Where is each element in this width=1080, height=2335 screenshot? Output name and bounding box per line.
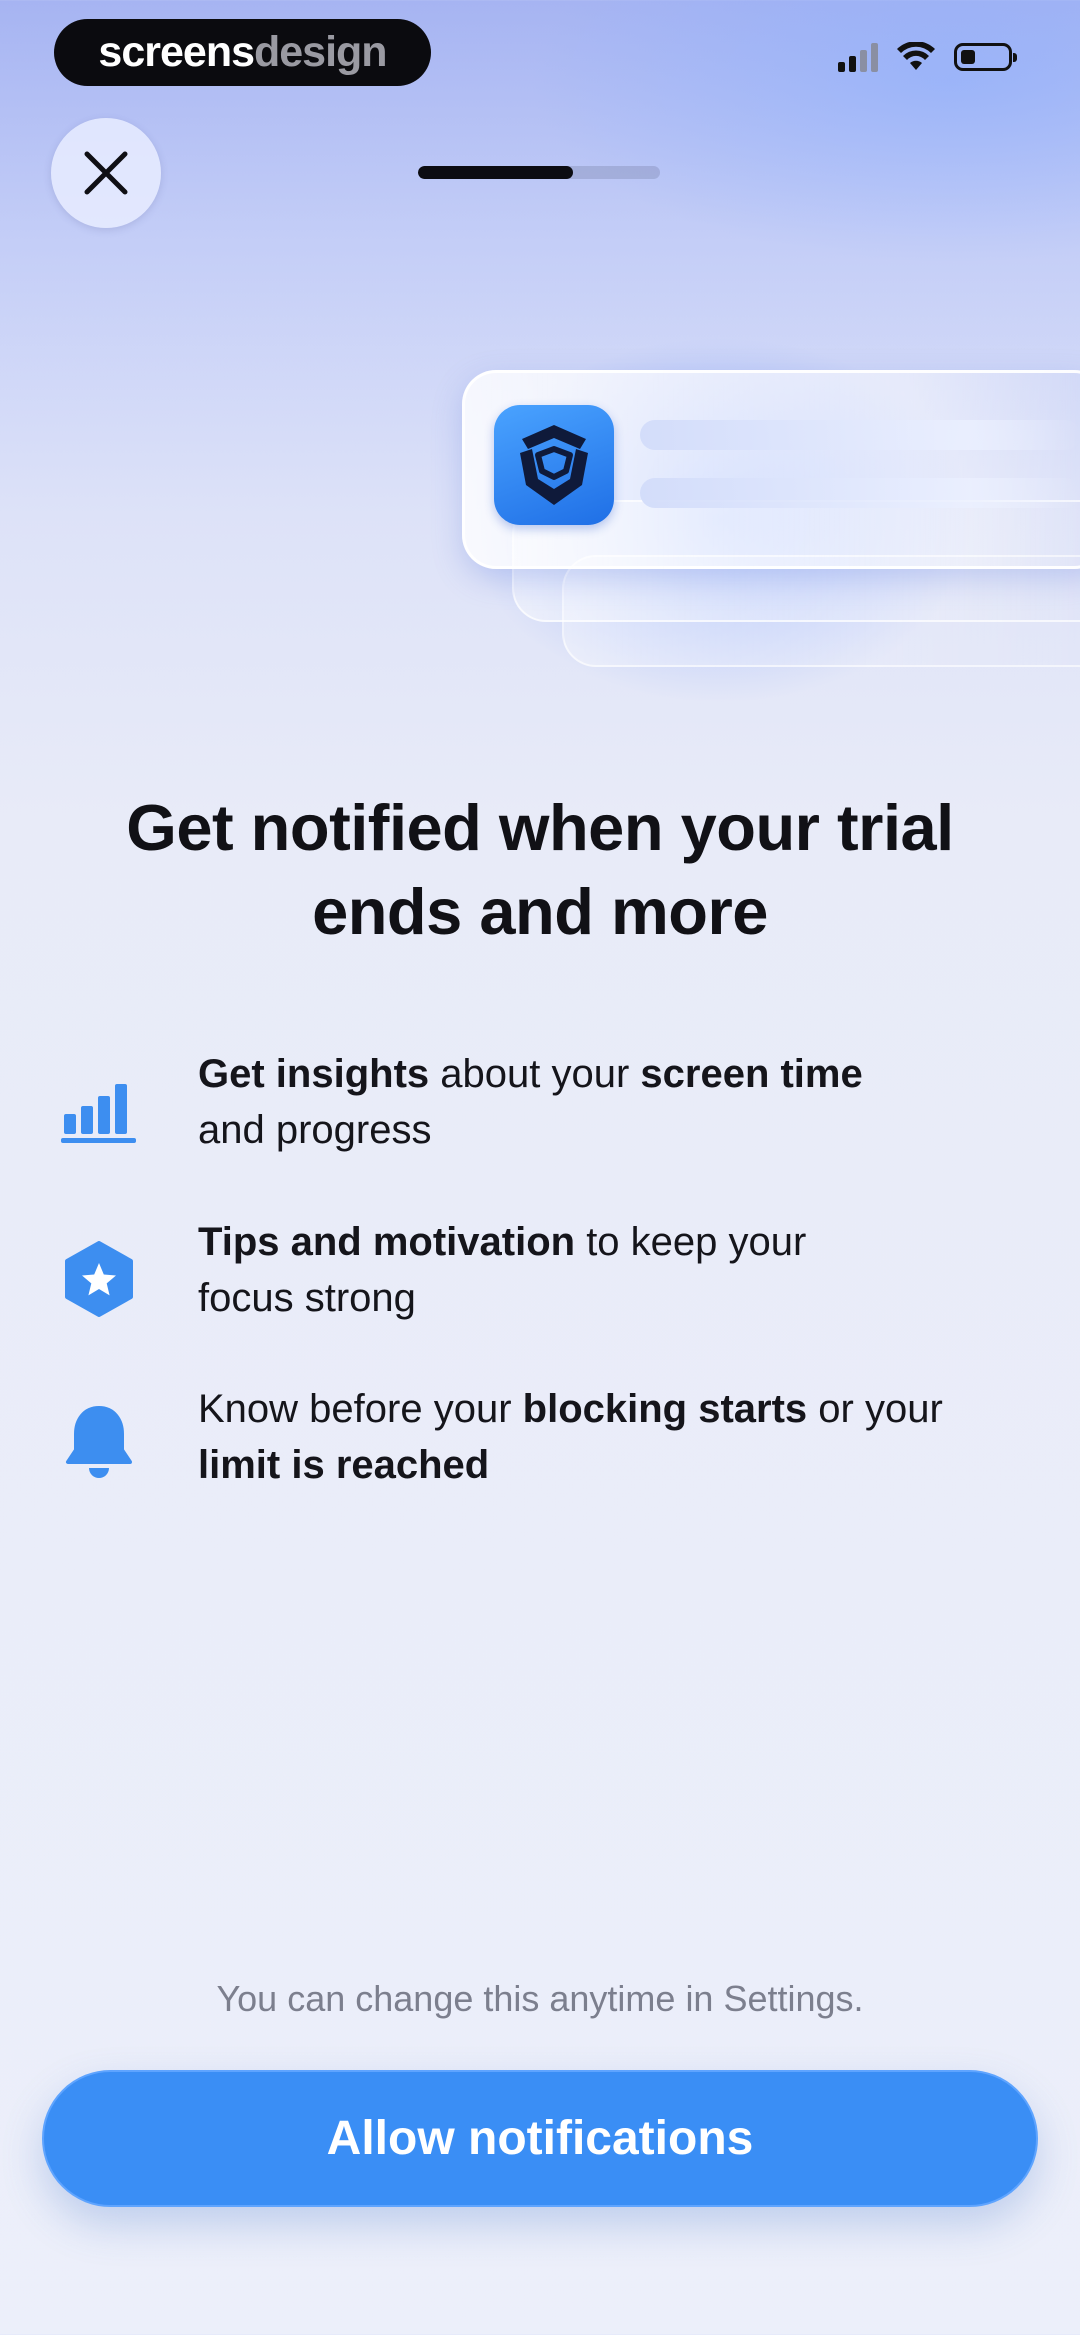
wifi-icon — [897, 42, 935, 70]
close-icon — [84, 151, 128, 195]
allow-notifications-button[interactable]: Allow notifications — [42, 2070, 1038, 2207]
app-icon — [494, 405, 614, 525]
brand-watermark: screens design — [54, 19, 431, 86]
brand-text-design: design — [254, 28, 388, 76]
cellular-signal-icon — [838, 42, 878, 72]
settings-note: You can change this anytime in Settings. — [216, 1978, 864, 2019]
onboarding-progress-fill — [418, 166, 573, 179]
bell-icon — [54, 1399, 144, 1489]
brand-text-screens: screens — [98, 28, 255, 76]
onboarding-progress-bar — [418, 166, 660, 179]
bar-chart-icon — [54, 1066, 144, 1156]
battery-icon — [954, 43, 1017, 71]
close-button[interactable] — [51, 118, 161, 228]
placeholder-line — [640, 478, 1080, 508]
page-title: Get notified when your trial ends and mo… — [126, 791, 954, 948]
feature-text: Get insights about your screen time and … — [198, 1052, 863, 1152]
star-badge-icon — [54, 1234, 144, 1324]
app-logo-icon — [520, 425, 588, 505]
feature-text: Tips and motivation to keep your focus s… — [198, 1220, 807, 1320]
placeholder-line — [640, 420, 1080, 450]
status-icons — [838, 42, 1017, 72]
feature-text: Know before your blocking starts or your… — [198, 1387, 943, 1487]
